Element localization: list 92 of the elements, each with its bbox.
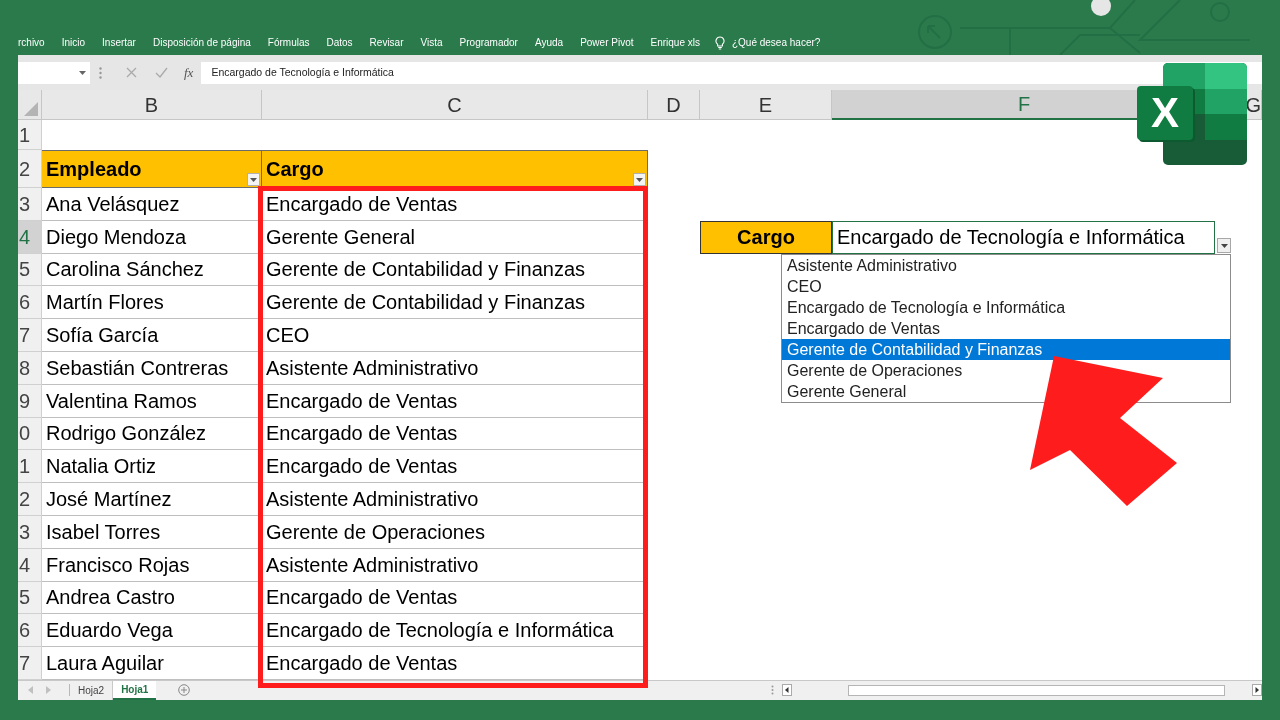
ribbon-tab[interactable]: Disposición de página [152,35,251,50]
caret-icon[interactable] [79,70,86,75]
table-cell: Martín Flores [42,286,262,320]
table-cell: José Martínez [42,483,262,516]
table-cell: Andrea Castro [42,581,262,615]
cross-icon[interactable] [126,67,137,78]
table-cell: Encargado de Ventas [262,384,648,418]
grip-icon [771,685,774,696]
column-header[interactable]: D [648,90,699,119]
sheet-tab[interactable]: Hoja1 [113,680,157,700]
grip-icon [99,66,102,79]
table-cell: Gerente de Contabilidad y Finanzas [262,253,648,287]
column-header[interactable]: C [262,90,647,119]
dropdown-option[interactable]: Gerente de Contabilidad y Finanzas [782,339,1230,360]
caret-icon [250,177,257,182]
table-cell: Asistente Administrativo [262,352,648,385]
column-header[interactable]: E [700,90,831,119]
table-cell: Encargado de Ventas [262,647,648,680]
table-cell: Asistente Administrativo [262,483,648,516]
row-header[interactable]: 5 [18,581,42,615]
tell-me-search[interactable]: ¿Qué desea hacer? [731,35,821,50]
lookup-label: Cargo [700,220,832,254]
table-cell: Encargado de Ventas [262,450,648,484]
table-cell: Gerente de Operaciones [262,515,648,549]
dropdown-button[interactable] [1217,238,1231,253]
table-cell: Ana Velásquez [42,188,262,221]
row-header[interactable]: 4 [18,220,42,254]
table-cell: Laura Aguilar [42,647,262,680]
column-header[interactable]: B [42,90,261,119]
ribbon-tab[interactable]: Fórmulas [267,35,310,50]
filter-button[interactable] [247,173,260,186]
caret-icon [636,177,643,182]
ribbon-tab[interactable]: Datos [326,35,353,50]
row-header[interactable]: 3 [18,515,42,549]
row-header[interactable]: 6 [18,614,42,648]
table-cell: Eduardo Vega [42,614,262,648]
row-header[interactable]: 7 [18,647,42,680]
table-cell: Carolina Sánchez [42,253,262,287]
table-cell: Isabel Torres [42,515,262,549]
scrollbar-thumb[interactable] [848,684,1225,696]
caret-icon [1220,243,1228,248]
table-cell: Gerente de Contabilidad y Finanzas [262,286,648,320]
row-header[interactable]: 8 [18,352,42,385]
app-logo: X [1137,63,1248,166]
ribbon-tab[interactable]: Vista [420,35,443,50]
table-cell: Encargado de Ventas [262,188,648,221]
plus-circle-icon[interactable] [178,684,191,697]
ribbon-tab[interactable]: Programador [459,35,518,50]
table-cell: Natalia Ortiz [42,450,262,484]
scroll-right-icon[interactable] [1252,684,1262,697]
row-header[interactable]: 0 [18,417,42,451]
corner-triangle-icon[interactable] [24,102,38,116]
table-cell: Asistente Administrativo [262,548,648,582]
row-header[interactable]: 3 [18,188,42,221]
ribbon-tab[interactable]: rchivo [18,35,45,50]
row-header[interactable]: 6 [18,286,42,320]
triangle-left-icon[interactable] [28,686,33,695]
function-button[interactable]: fx [184,62,194,83]
row-header[interactable]: 1 [18,450,42,484]
ribbon-tab[interactable]: Inicio [61,35,86,50]
ribbon-tab[interactable]: Enrique xls [650,35,700,50]
row-header[interactable]: 4 [18,548,42,582]
lightbulb-icon [714,35,725,50]
table-header-cell: Cargo [262,150,648,188]
row-header[interactable]: 5 [18,253,42,287]
table-cell: Gerente General [262,220,648,254]
row-header[interactable]: 2 [18,483,42,516]
table-cell: Sofía García [42,319,262,352]
check-icon[interactable] [155,67,168,78]
table-cell: Francisco Rojas [42,548,262,582]
ribbon-tab[interactable]: Power Pivot [580,35,634,50]
table-cell: Sebastián Contreras [42,352,262,385]
table-cell: Diego Mendoza [42,220,262,254]
table-cell: Valentina Ramos [42,384,262,418]
row-header[interactable]: 9 [18,384,42,418]
filter-button[interactable] [633,173,646,186]
table-cell: Encargado de Ventas [262,581,648,615]
table-cell: CEO [262,319,648,352]
table-header-cell: Empleado [42,150,262,188]
triangle-right-icon[interactable] [46,686,51,695]
row-header[interactable]: 7 [18,319,42,352]
row-header[interactable]: 2 [18,150,42,188]
row-header[interactable]: 1 [18,120,42,150]
table-cell: Encargado de Ventas [262,417,648,451]
table-cell: Rodrigo González [42,417,262,451]
lookup-value-cell[interactable]: Encargado de Tecnología e Informática [832,220,1215,254]
ribbon-tab[interactable]: Insertar [102,35,136,50]
table-cell: Encargado de Tecnología e Informática [262,614,648,648]
ribbon-tab[interactable]: Ayuda [534,35,564,50]
ribbon-tab[interactable]: Revisar [369,35,404,50]
formula-input[interactable]: Encargado de Tecnología e Informática [201,61,1262,84]
scroll-left-icon[interactable] [782,684,792,697]
